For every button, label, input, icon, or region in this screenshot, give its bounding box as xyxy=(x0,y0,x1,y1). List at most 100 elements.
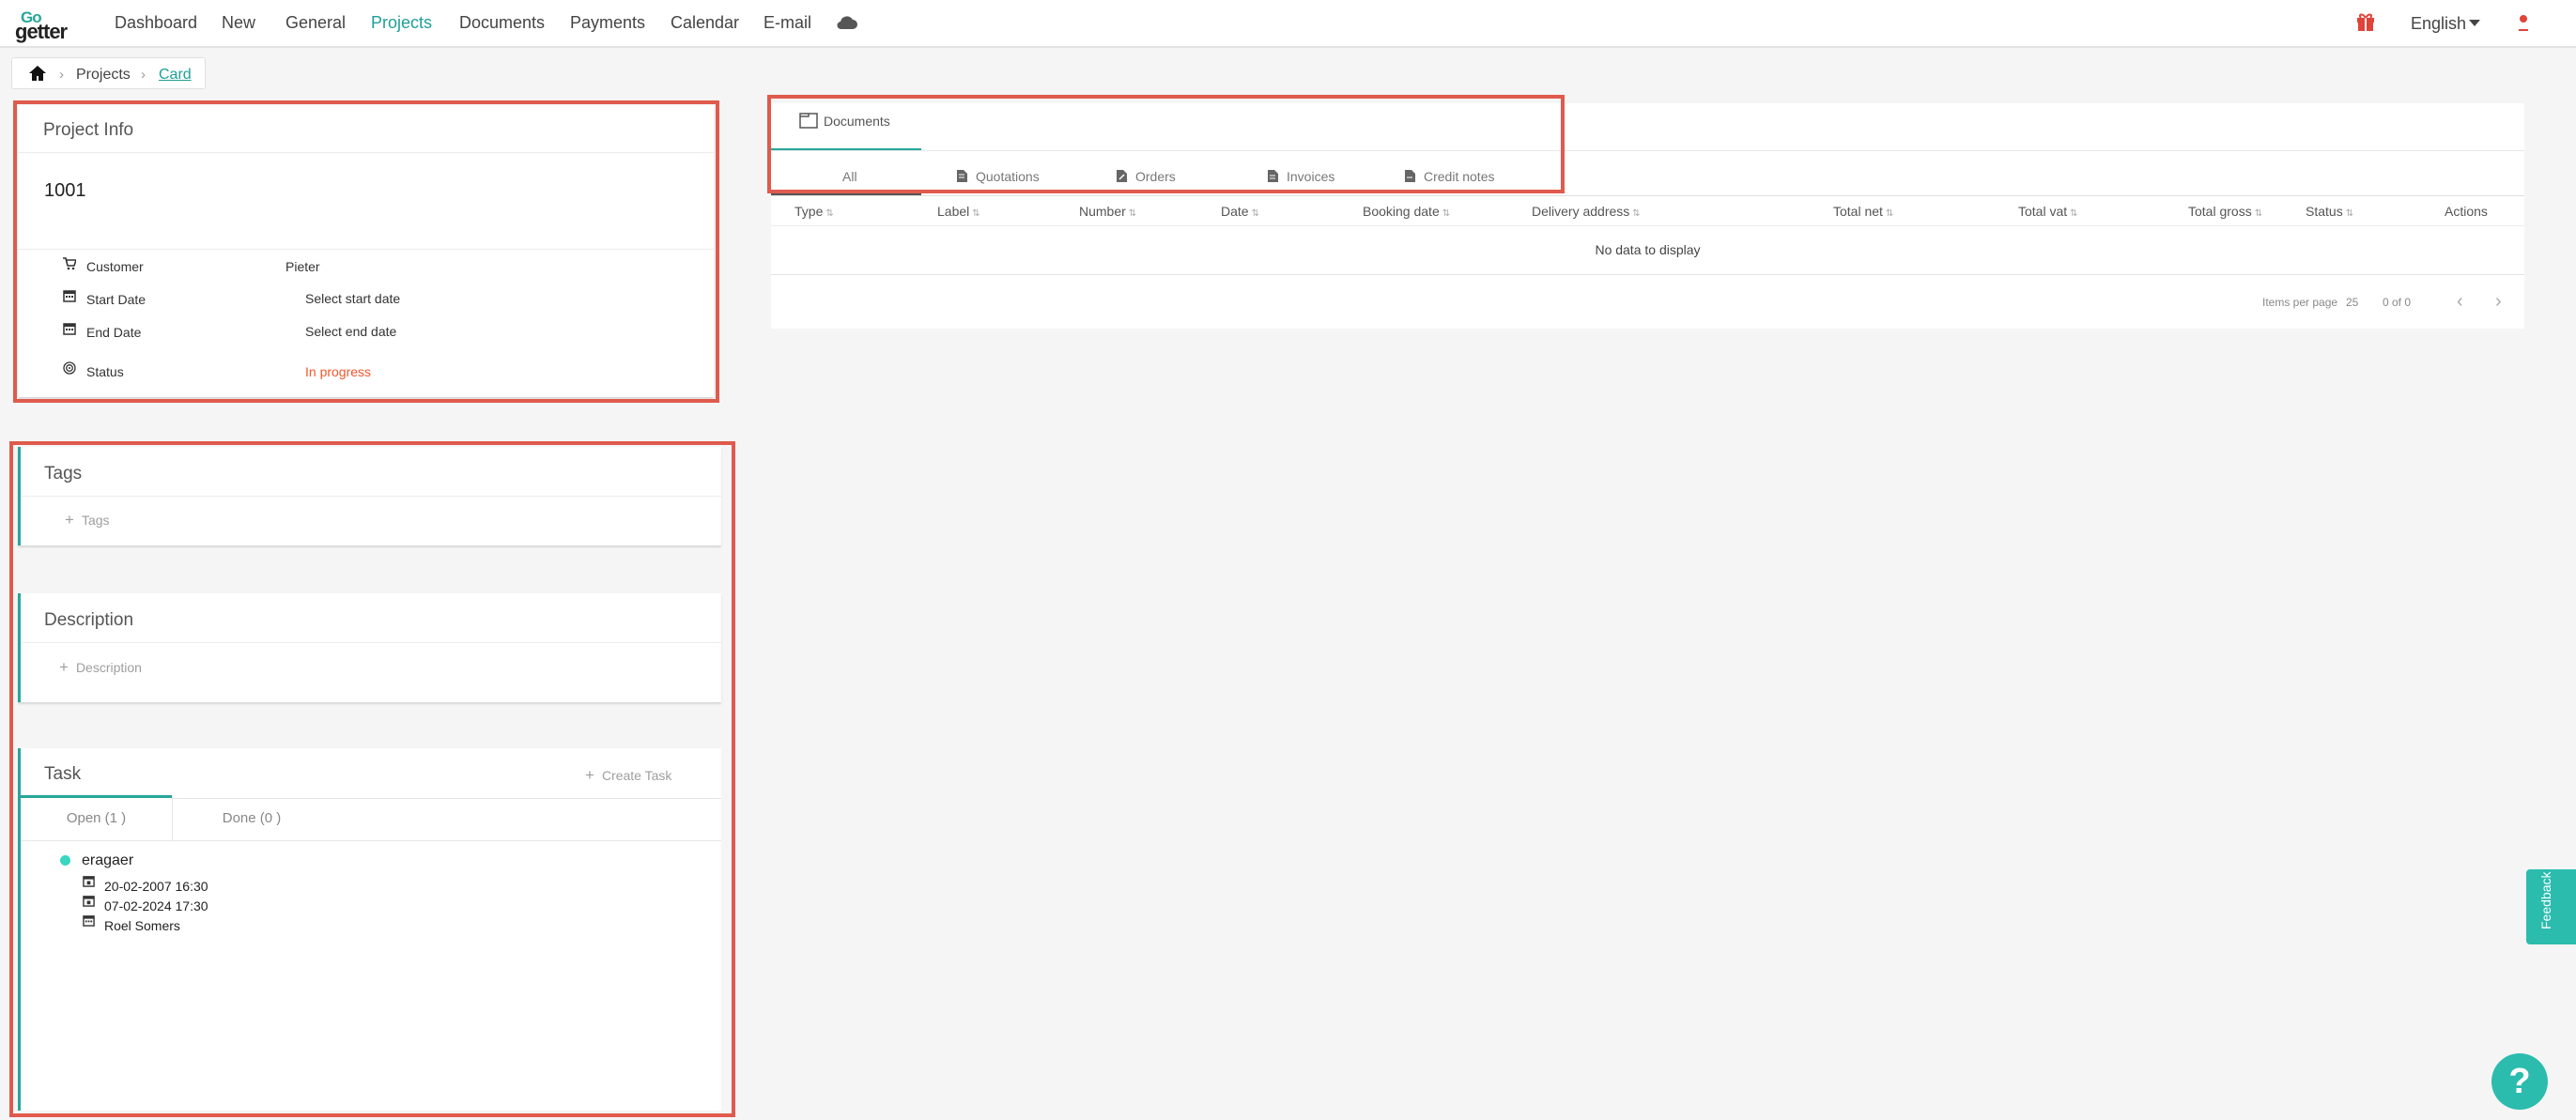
sort-icon: ⇅ xyxy=(825,208,834,219)
breadcrumb-projects[interactable]: Projects xyxy=(76,67,131,84)
documents-tab[interactable]: Documents xyxy=(799,113,890,129)
column-header-total-net[interactable]: Total net ⇅ xyxy=(1833,204,1893,219)
feedback-label: Feedback xyxy=(2538,871,2553,929)
column-header-label-label: Label xyxy=(937,204,970,219)
start-date-field[interactable]: Select start date xyxy=(305,291,400,306)
column-header-status[interactable]: Status ⇅ xyxy=(2306,204,2353,219)
sort-icon: ⇅ xyxy=(972,208,980,219)
task-start-date: 20-02-2007 16:30 xyxy=(104,879,208,894)
subtab-all[interactable]: All xyxy=(842,169,857,184)
items-per-page-label: Items per page xyxy=(2262,296,2338,309)
nav-documents[interactable]: Documents xyxy=(459,13,545,33)
chevron-down-icon[interactable] xyxy=(2469,20,2480,26)
description-card: Description + Description xyxy=(18,593,721,702)
items-per-page-select[interactable]: 25 xyxy=(2346,296,2358,309)
column-header-total-gross-label: Total gross xyxy=(2188,204,2252,219)
tags-card: Tags + Tags xyxy=(18,447,721,545)
tab-done-tasks[interactable]: Done (0 ) xyxy=(176,810,328,826)
top-navbar: Go getter Dashboard New General Projects… xyxy=(0,0,2576,48)
task-card: Task + Create Task Open (1 ) Done (0 ) er… xyxy=(18,748,721,1111)
divider xyxy=(21,496,721,497)
column-header-type-label: Type xyxy=(794,204,824,219)
divider xyxy=(771,150,2524,151)
breadcrumb-card[interactable]: Card xyxy=(159,67,192,84)
column-header-total-vat[interactable]: Total vat ⇅ xyxy=(2018,204,2078,219)
nav-general[interactable]: General xyxy=(285,13,346,33)
cart-icon xyxy=(63,257,76,270)
nav-email[interactable]: E-mail xyxy=(764,13,811,33)
status-label: Status xyxy=(86,364,124,379)
project-number: 1001 xyxy=(44,180,86,201)
end-date-field[interactable]: Select end date xyxy=(305,324,396,339)
folder-icon xyxy=(799,113,818,129)
help-button[interactable]: ? xyxy=(2491,1053,2548,1110)
subtab-quotations[interactable]: Quotations xyxy=(957,169,1040,184)
chevron-right-icon[interactable]: › xyxy=(2495,291,2502,313)
credit-note-icon xyxy=(1405,170,1415,182)
sort-icon: ⇅ xyxy=(2254,208,2263,219)
nav-payments[interactable]: Payments xyxy=(570,13,645,33)
calendar-icon xyxy=(83,915,95,927)
status-value[interactable]: In progress xyxy=(305,364,371,379)
sort-icon: ⇅ xyxy=(1128,208,1137,219)
gogetter-logo[interactable]: Go getter xyxy=(13,8,88,43)
calendar-icon xyxy=(63,290,76,302)
nav-dashboard[interactable]: Dashboard xyxy=(115,13,197,33)
column-header-delivery-address[interactable]: Delivery address ⇅ xyxy=(1532,204,1641,219)
logo-bottom: getter xyxy=(15,20,68,43)
user-icon[interactable] xyxy=(2517,11,2530,34)
gift-icon[interactable] xyxy=(2355,11,2376,32)
nav-projects[interactable]: Projects xyxy=(371,13,432,33)
column-header-total-net-label: Total net xyxy=(1833,204,1883,219)
column-header-date[interactable]: Date ⇅ xyxy=(1221,204,1259,219)
column-header-type[interactable]: Type ⇅ xyxy=(794,204,834,219)
calendar-icon xyxy=(83,896,95,907)
create-task-button[interactable]: + Create Task xyxy=(585,766,671,785)
task-item-name[interactable]: eragaer xyxy=(82,852,133,869)
column-header-status-label: Status xyxy=(2306,204,2343,219)
column-header-booking-date[interactable]: Booking date ⇅ xyxy=(1363,204,1450,219)
project-info-title: Project Info xyxy=(43,120,134,140)
sort-icon: ⇅ xyxy=(2070,208,2078,219)
nav-new[interactable]: New xyxy=(222,13,255,33)
breadcrumb: › Projects › Card xyxy=(11,57,206,89)
column-header-label[interactable]: Label ⇅ xyxy=(937,204,980,219)
home-icon[interactable] xyxy=(28,65,47,82)
subtab-quotations-label: Quotations xyxy=(976,169,1040,184)
task-end-date: 07-02-2024 17:30 xyxy=(104,898,208,913)
calendar-icon xyxy=(63,323,76,335)
subtab-credit-notes[interactable]: Credit notes xyxy=(1405,169,1494,184)
subtab-invoices[interactable]: Invoices xyxy=(1268,169,1334,184)
tags-title: Tags xyxy=(44,464,83,483)
divider xyxy=(771,225,2524,226)
task-title: Task xyxy=(44,764,82,784)
customer-value[interactable]: Pieter xyxy=(285,259,320,274)
divider xyxy=(18,152,714,153)
divider xyxy=(18,249,714,250)
column-header-total-gross[interactable]: Total gross ⇅ xyxy=(2188,204,2262,219)
feedback-tab[interactable]: Feedback xyxy=(2526,869,2576,944)
customer-label: Customer xyxy=(86,259,144,274)
documents-tab-label: Documents xyxy=(824,114,890,129)
project-info-card: Project Info 1001 Customer Pieter Start … xyxy=(18,105,714,397)
divider xyxy=(771,195,2524,196)
cloud-icon[interactable] xyxy=(836,13,858,32)
subtab-orders[interactable]: Orders xyxy=(1117,169,1176,184)
column-header-delivery-address-label: Delivery address xyxy=(1532,204,1630,219)
tab-open-tasks[interactable]: Open (1 ) xyxy=(21,810,172,826)
create-task-label: Create Task xyxy=(601,768,672,783)
add-tag-button[interactable]: + Tags xyxy=(65,511,110,529)
language-selector[interactable]: English xyxy=(2411,14,2466,34)
add-description-button[interactable]: + Description xyxy=(59,658,142,677)
column-header-number[interactable]: Number ⇅ xyxy=(1079,204,1136,219)
task-tab-active-indicator xyxy=(21,795,172,798)
start-date-label: Start Date xyxy=(86,292,147,307)
sort-icon: ⇅ xyxy=(1251,208,1259,219)
pagination-range: 0 of 0 xyxy=(2383,296,2412,309)
chevron-left-icon[interactable]: ‹ xyxy=(2457,291,2463,313)
sort-icon: ⇅ xyxy=(2345,208,2354,219)
nav-calendar[interactable]: Calendar xyxy=(671,13,739,33)
subtab-invoices-label: Invoices xyxy=(1287,169,1335,184)
document-icon xyxy=(957,170,967,182)
column-header-total-vat-label: Total vat xyxy=(2018,204,2068,219)
